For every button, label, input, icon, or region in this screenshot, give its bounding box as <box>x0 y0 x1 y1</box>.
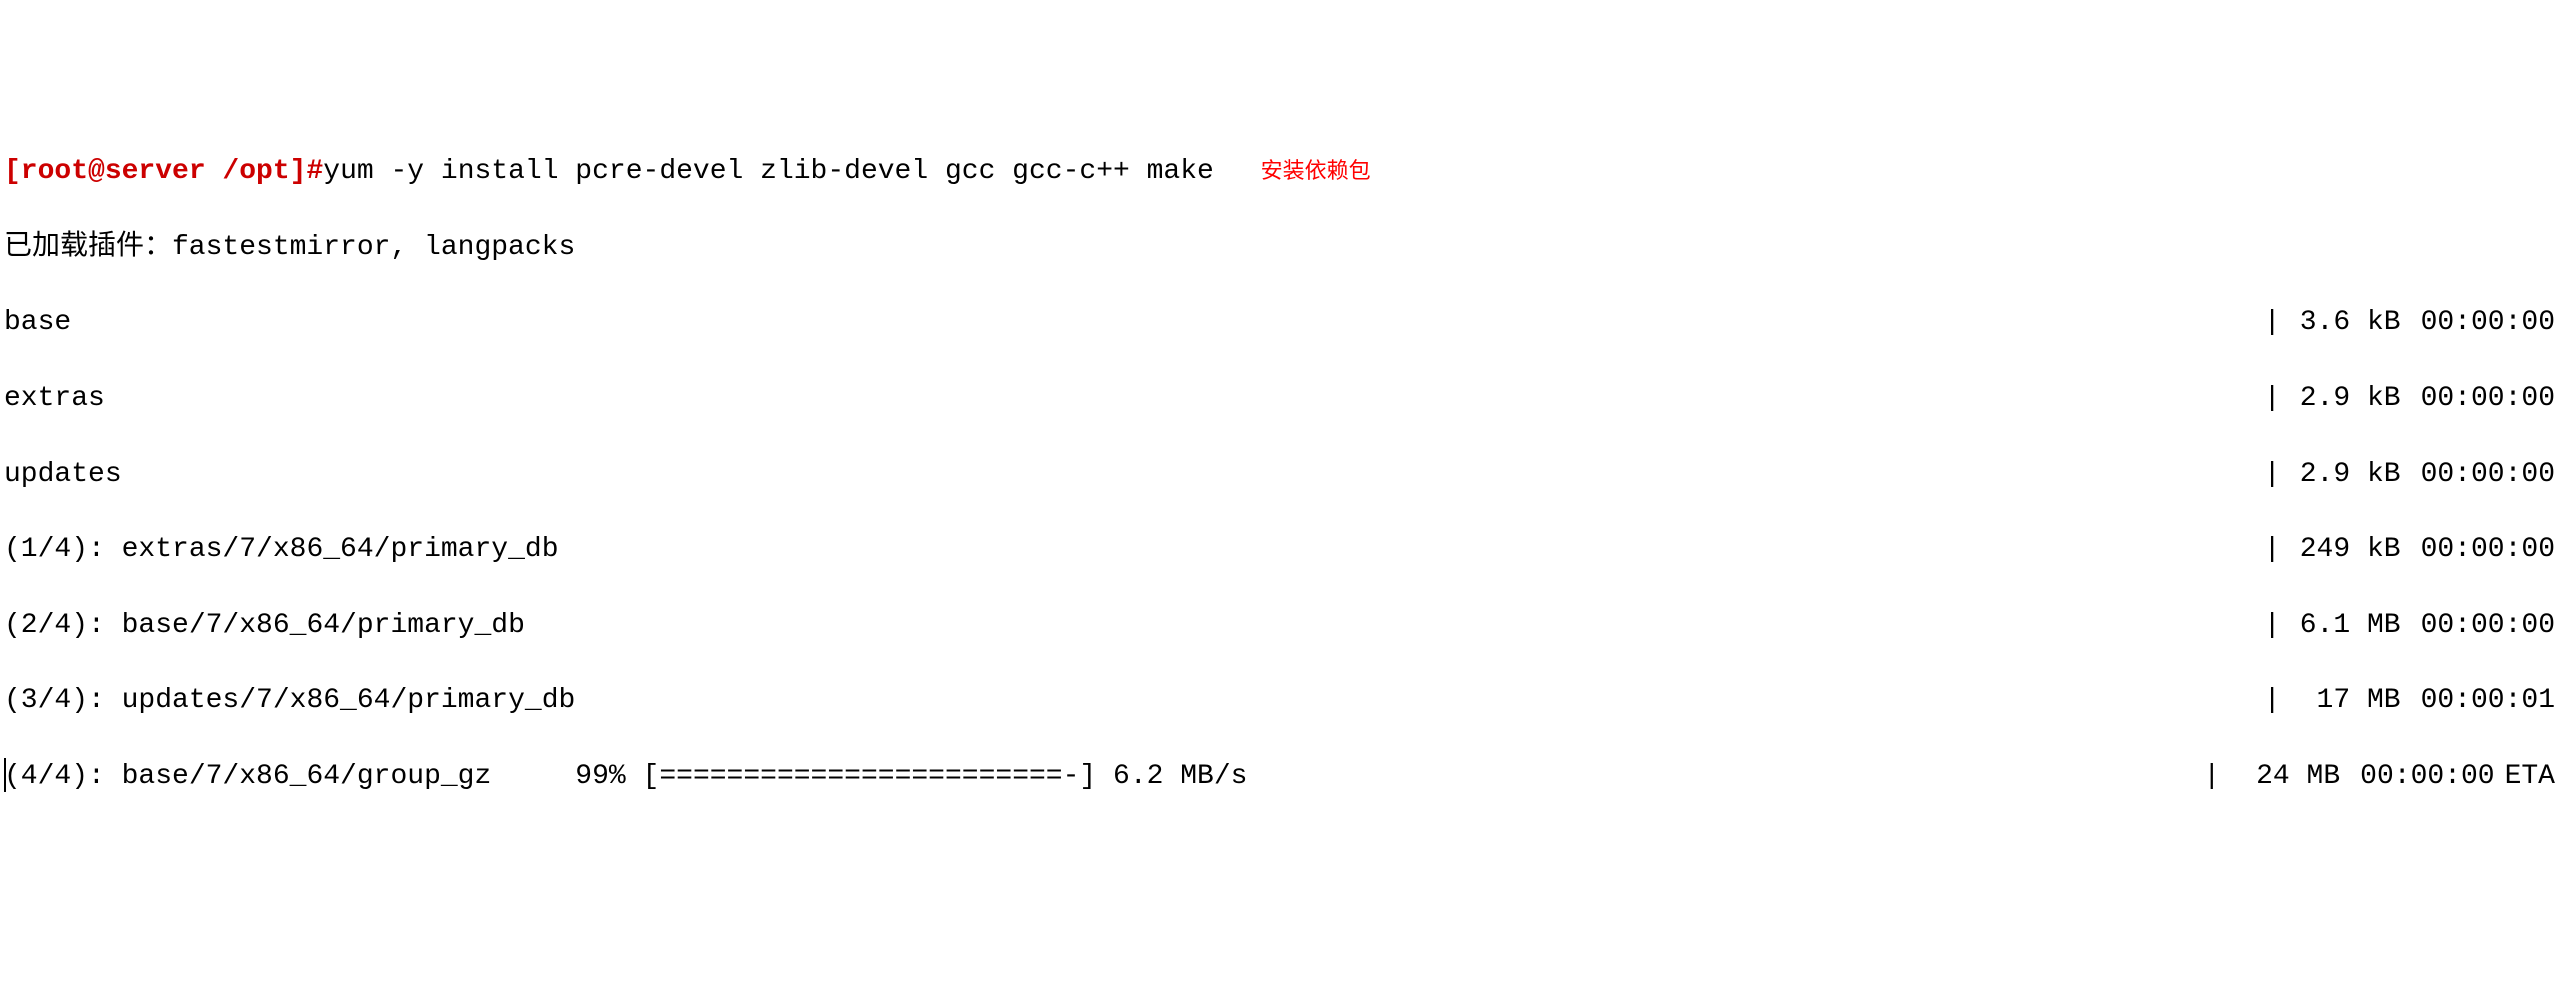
repo-size: 3.6 kB <box>2281 304 2401 342</box>
repo-size: 2.9 kB <box>2281 380 2401 418</box>
repo-name: (1/4): extras/7/x86_64/primary_db <box>4 531 559 569</box>
progress-eta: ETA <box>2505 758 2555 796</box>
pipe-separator: | <box>2264 682 2281 720</box>
progress-name: (4/4): base/7/x86_64/group_gz <box>4 758 491 796</box>
repo-name: extras <box>4 380 105 418</box>
repo-size: 2.9 kB <box>2281 456 2401 494</box>
repo-row: (2/4): base/7/x86_64/primary_db |6.1 MB 00… <box>4 607 2555 645</box>
repo-size: 6.1 MB <box>2281 607 2401 645</box>
pipe-separator: | <box>2264 380 2281 418</box>
repo-time: 00:00:00 <box>2421 531 2555 569</box>
repo-row: (1/4): extras/7/x86_64/primary_db |249 kB… <box>4 531 2555 569</box>
pipe-separator: | <box>2203 758 2220 796</box>
pipe-separator: | <box>2264 531 2281 569</box>
repo-name: (3/4): updates/7/x86_64/primary_db <box>4 682 575 720</box>
plugins-line: 已加载插件：fastestmirror, langpacks <box>4 229 2555 267</box>
repo-name: updates <box>4 456 122 494</box>
pipe-separator: | <box>2264 456 2281 494</box>
command-line[interactable]: [root@server /opt]#yum -y install pcre-d… <box>4 153 2555 191</box>
command-text: yum -y install pcre-devel zlib-devel gcc… <box>323 156 1230 187</box>
progress-percent: 99% <box>575 758 625 796</box>
progress-size: 24 MB <box>2220 758 2340 796</box>
repo-time: 00:00:01 <box>2421 682 2555 720</box>
progress-time: 00:00:00 <box>2360 758 2494 796</box>
shell-prompt: [root@server /opt]# <box>4 156 323 187</box>
pipe-separator: | <box>2264 607 2281 645</box>
progress-row: (4/4): base/7/x86_64/group_gz 99% [=====… <box>4 758 2555 796</box>
repo-row: extras |2.9 kB 00:00:00 <box>4 380 2555 418</box>
repo-time: 00:00:00 <box>2421 456 2555 494</box>
repo-row: updates |2.9 kB 00:00:00 <box>4 456 2555 494</box>
repo-row: base |3.6 kB 00:00:00 <box>4 304 2555 342</box>
pipe-separator: | <box>2264 304 2281 342</box>
repo-name: (2/4): base/7/x86_64/primary_db <box>4 607 525 645</box>
repo-time: 00:00:00 <box>2421 607 2555 645</box>
progress-speed: 6.2 MB/s <box>1113 758 1247 796</box>
repo-time: 00:00:00 <box>2421 380 2555 418</box>
repo-time: 00:00:00 <box>2421 304 2555 342</box>
progress-bar: [========================-] <box>643 758 1097 796</box>
repo-size: 17 MB <box>2281 682 2401 720</box>
repo-name: base <box>4 304 71 342</box>
annotation-label: 安装依赖包 <box>1261 158 1371 183</box>
repo-size: 249 kB <box>2281 531 2401 569</box>
repo-row: (3/4): updates/7/x86_64/primary_db | 17 M… <box>4 682 2555 720</box>
